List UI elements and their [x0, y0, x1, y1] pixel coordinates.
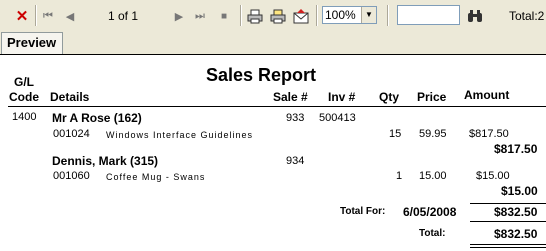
item-amount: $15.00: [476, 170, 510, 182]
header-gl-code-line2: Code: [9, 90, 39, 104]
next-page-icon[interactable]: ▶: [172, 8, 186, 24]
header-sale: Sale #: [273, 90, 308, 104]
customer-subtotal: $15.00: [501, 184, 538, 198]
item-code: 001024: [53, 128, 90, 140]
total-record-count: Total:2: [509, 9, 545, 23]
toolbar-separator: [387, 5, 389, 26]
total-for-bottom-rule: [470, 221, 546, 222]
grand-total-double-rule: [470, 244, 546, 245]
total-for-label: Total For:: [340, 206, 386, 217]
binoculars-icon[interactable]: [466, 8, 484, 24]
gl-code: 1400: [12, 111, 37, 123]
customer-subtotal: $817.50: [494, 142, 538, 156]
header-inv: Inv #: [328, 90, 356, 104]
grand-total-double-rule: [470, 247, 546, 248]
toolbar-separator: [240, 5, 242, 26]
toolbar-separator: [316, 5, 318, 26]
report-toolbar: ✕ ⏮ ◀ 1 of 1 ▶ ⏭ ■ 100% ▼ Total:2: [0, 0, 546, 32]
print-setup-icon[interactable]: [269, 8, 287, 24]
header-gl-code-line1: G/L: [14, 75, 34, 89]
header-divider: [8, 106, 546, 107]
grand-total-amount: $832.50: [494, 227, 538, 241]
customer-name: Dennis, Mark (315): [52, 154, 159, 168]
print-icon[interactable]: [246, 8, 264, 24]
tab-preview[interactable]: Preview: [1, 32, 63, 54]
stop-icon[interactable]: ✕: [14, 8, 30, 25]
last-page-icon[interactable]: ⏭: [193, 8, 207, 24]
previous-page-icon[interactable]: ◀: [62, 8, 78, 24]
sale-number: 933: [286, 112, 305, 124]
item-qty: 15: [389, 128, 402, 140]
item-description: Windows Interface Guidelines: [106, 130, 254, 140]
chevron-down-icon[interactable]: ▼: [361, 7, 376, 23]
toolbar-separator: [35, 5, 37, 26]
tab-strip: Preview: [0, 31, 546, 54]
item-description: Coffee Mug - Swans: [106, 172, 206, 182]
item-price: 15.00: [419, 170, 447, 182]
customer-name: Mr A Rose (162): [52, 111, 142, 125]
item-code: 001060: [53, 170, 90, 182]
stop-loading-icon[interactable]: ■: [217, 8, 231, 24]
zoom-select[interactable]: 100% ▼: [322, 6, 377, 24]
sale-number: 934: [286, 155, 305, 167]
total-for-date: 6/05/2008: [403, 205, 457, 219]
first-page-icon[interactable]: ⏮: [40, 8, 56, 24]
page-indicator: 1 of 1: [108, 9, 139, 23]
total-for-top-rule: [470, 203, 546, 204]
header-qty: Qty: [379, 90, 400, 104]
report-title: Sales Report: [206, 65, 317, 85]
report-page: Sales Report G/L Code Details Sale # Inv…: [0, 54, 546, 251]
grand-total-label: Total:: [419, 228, 446, 239]
search-input[interactable]: [397, 5, 460, 25]
total-for-amount: $832.50: [494, 205, 538, 219]
header-details: Details: [50, 90, 90, 104]
invoice-number: 500413: [319, 112, 356, 124]
email-export-icon[interactable]: [292, 8, 310, 24]
item-amount: $817.50: [469, 128, 509, 140]
zoom-value: 100%: [325, 8, 356, 22]
item-qty: 1: [396, 170, 403, 182]
header-price: Price: [417, 90, 447, 104]
header-amount: Amount: [464, 88, 510, 102]
item-price: 59.95: [419, 128, 447, 140]
